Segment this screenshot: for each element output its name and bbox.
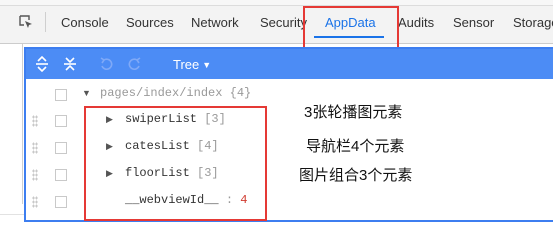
- chevron-down-icon: ▼: [202, 60, 212, 70]
- appdata-tab-highlight-box: [303, 6, 399, 53]
- row-checkbox[interactable]: [55, 89, 67, 101]
- tree-root-label: pages/index/index {4}: [100, 86, 251, 100]
- tab-security[interactable]: Security: [260, 15, 307, 30]
- tab-audits[interactable]: Audits: [398, 15, 434, 30]
- devtools-tab-bar: Console Sources Network Security AppData…: [0, 0, 553, 44]
- root-path: pages/index/index: [100, 86, 223, 100]
- tab-sources[interactable]: Sources: [126, 15, 174, 30]
- undo-icon[interactable]: [99, 56, 115, 72]
- appdata-toolbar: Tree ▼: [26, 49, 553, 79]
- left-gutter: [0, 44, 553, 244]
- row-checkbox[interactable]: [55, 115, 67, 127]
- drag-handle-icon[interactable]: [32, 196, 38, 208]
- annotation-swiper: 3张轮播图元素: [304, 104, 403, 121]
- collapse-all-icon[interactable]: [62, 56, 78, 72]
- row-checkbox[interactable]: [55, 142, 67, 154]
- tab-sensor[interactable]: Sensor: [453, 15, 494, 30]
- window-top-edge: [0, 0, 553, 6]
- root-count: {4}: [229, 86, 252, 100]
- tab-console[interactable]: Console: [61, 15, 109, 30]
- tree-root-row[interactable]: ▼ pages/index/index {4}: [26, 82, 553, 108]
- tab-network[interactable]: Network: [191, 15, 239, 30]
- drag-handle-icon[interactable]: [32, 115, 38, 127]
- gutter-divider: [22, 44, 23, 204]
- row-checkbox[interactable]: [55, 169, 67, 181]
- view-mode-dropdown[interactable]: Tree ▼: [173, 57, 211, 72]
- redo-icon[interactable]: [126, 56, 142, 72]
- view-mode-label: Tree: [173, 57, 200, 72]
- drag-handle-icon[interactable]: [32, 142, 38, 154]
- tree-items-highlight-box: [84, 106, 267, 221]
- row-checkbox[interactable]: [55, 196, 67, 208]
- expanded-triangle-icon[interactable]: ▼: [82, 88, 91, 98]
- inspect-element-icon[interactable]: [18, 14, 34, 30]
- annotation-floor: 图片组合3个元素: [299, 167, 413, 184]
- tab-storage[interactable]: Storage: [513, 15, 553, 30]
- annotation-cates: 导航栏4个元素: [306, 138, 405, 155]
- expand-all-icon[interactable]: [34, 56, 50, 72]
- drag-handle-icon[interactable]: [32, 169, 38, 181]
- tab-separator: [45, 12, 46, 32]
